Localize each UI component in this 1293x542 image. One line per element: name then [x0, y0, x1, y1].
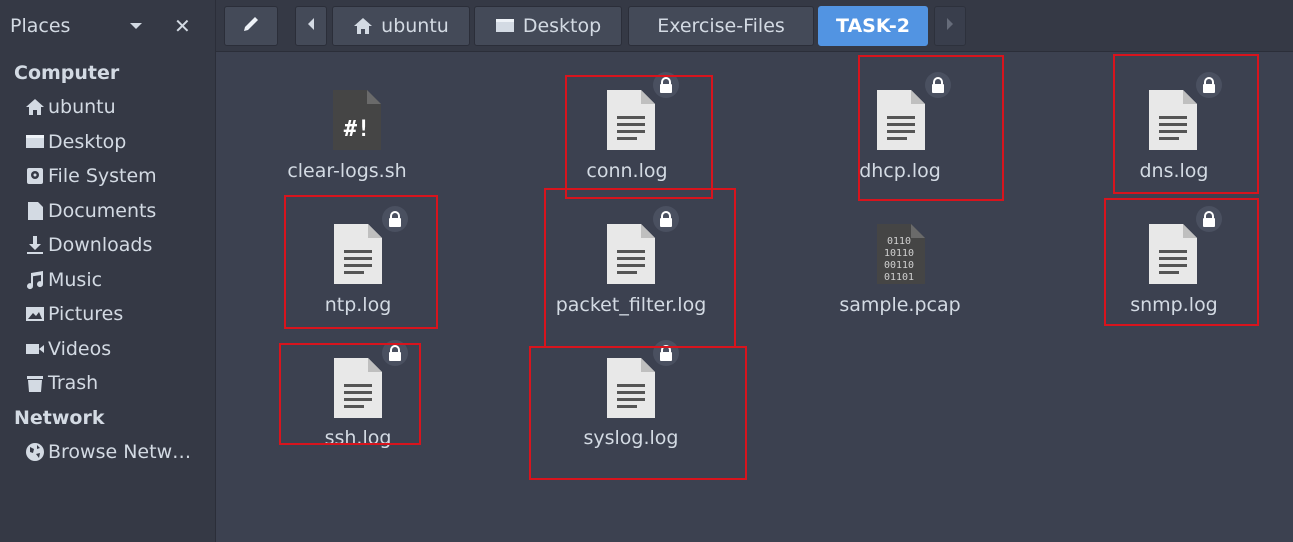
file-name: dns.log — [1139, 160, 1209, 182]
close-icon[interactable]: ✕ — [174, 14, 191, 38]
pictures-icon — [24, 303, 46, 325]
sidebar-item-ubuntu[interactable]: ubuntu — [24, 92, 116, 122]
section-network: Network — [14, 407, 105, 429]
text-file-icon — [607, 358, 655, 422]
file-name: sample.pcap — [839, 294, 961, 316]
video-icon — [24, 338, 46, 360]
chevron-down-icon[interactable] — [127, 17, 145, 35]
file-item[interactable]: 0110 10110 00110 01101 sample.pcap — [813, 217, 993, 347]
home-icon — [353, 16, 373, 36]
file-name: syslog.log — [583, 427, 679, 449]
svg-text:00110: 00110 — [884, 260, 914, 271]
file-name: clear-logs.sh — [287, 160, 407, 182]
sidebar-item-label: Browse Netw… — [48, 441, 192, 463]
breadcrumb-task-2[interactable]: TASK-2 — [818, 6, 928, 46]
svg-text:01101: 01101 — [884, 272, 914, 283]
sidebar-item-downloads[interactable]: Downloads — [24, 230, 152, 260]
sidebar-item-label: Downloads — [48, 234, 153, 256]
breadcrumb-desktop[interactable]: Desktop — [474, 6, 622, 46]
text-file-icon — [334, 358, 382, 422]
sidebar-item-music[interactable]: Music — [24, 265, 102, 295]
text-file-icon — [334, 224, 382, 288]
file-name: packet_filter.log — [555, 294, 707, 316]
sidebar-item-label: Desktop — [48, 131, 127, 153]
file-item[interactable]: dhcp.log — [813, 72, 993, 213]
places-header: Places ✕ — [0, 0, 216, 52]
sidebar-item-label: Music — [48, 269, 103, 291]
file-item[interactable]: #! clear-logs.sh — [257, 83, 437, 213]
file-item[interactable]: snmp.log — [1084, 206, 1264, 347]
file-item[interactable]: syslog.log — [541, 340, 721, 481]
lock-icon — [382, 206, 408, 232]
file-item[interactable]: packet_filter.log — [541, 206, 721, 347]
file-name: snmp.log — [1130, 294, 1218, 316]
lock-icon — [1196, 206, 1222, 232]
sidebar-item-label: Trash — [48, 372, 99, 394]
breadcrumb-label: Desktop — [522, 15, 602, 37]
text-file-icon — [607, 224, 655, 288]
chevron-left-icon — [305, 15, 317, 37]
music-icon — [24, 269, 46, 291]
file-item[interactable]: ssh.log — [271, 340, 451, 481]
desktop-icon — [495, 16, 515, 36]
svg-text:#!: #! — [344, 117, 371, 142]
places-sidebar: Places ✕ Computer ubuntu Desktop File Sy… — [0, 0, 216, 542]
script-file-icon: #! — [333, 90, 381, 154]
text-file-icon — [877, 90, 925, 154]
file-view: #! clear-logs.sh conn.log dhcp.log dns.l… — [217, 53, 1293, 542]
file-item[interactable]: dns.log — [1084, 72, 1264, 213]
places-label: Places — [10, 15, 71, 37]
drive-icon — [24, 165, 46, 187]
breadcrumb-exercise-files[interactable]: Exercise-Files — [628, 6, 814, 46]
sidebar-item-desktop[interactable]: Desktop — [24, 127, 126, 157]
sidebar-item-videos[interactable]: Videos — [24, 334, 111, 364]
file-name: ntp.log — [324, 294, 392, 316]
toolbar: ubuntu Desktop Exercise-Files TASK-2 — [216, 0, 1293, 52]
lock-icon — [653, 72, 679, 98]
file-item[interactable]: ntp.log — [271, 206, 451, 347]
document-icon — [24, 200, 46, 222]
svg-text:10110: 10110 — [884, 248, 914, 259]
breadcrumb-forward-button[interactable] — [934, 6, 966, 46]
sidebar-item-label: File System — [48, 165, 157, 187]
sidebar-item-label: ubuntu — [48, 96, 116, 118]
sidebar-item-pictures[interactable]: Pictures — [24, 299, 123, 329]
sidebar-item-label: Videos — [48, 338, 112, 360]
file-name: dhcp.log — [859, 160, 941, 182]
sidebar-item-trash[interactable]: Trash — [24, 368, 98, 398]
breadcrumb-back-button[interactable] — [295, 6, 327, 46]
lock-icon — [653, 206, 679, 232]
file-item[interactable]: conn.log — [541, 72, 721, 213]
network-icon — [24, 441, 46, 463]
text-file-icon — [607, 90, 655, 154]
sidebar-item-documents[interactable]: Documents — [24, 196, 156, 226]
trash-icon — [24, 372, 46, 394]
file-name: ssh.log — [324, 427, 392, 449]
sidebar-item-label: Pictures — [48, 303, 124, 325]
edit-location-button[interactable] — [224, 6, 278, 46]
sidebar-item-file-system[interactable]: File System — [24, 161, 157, 191]
section-computer: Computer — [14, 62, 120, 84]
breadcrumb-label: ubuntu — [381, 15, 449, 37]
download-icon — [24, 234, 46, 256]
lock-icon — [1196, 72, 1222, 98]
svg-text:0110: 0110 — [887, 236, 911, 247]
chevron-right-icon — [944, 15, 956, 37]
pencil-icon — [241, 14, 261, 39]
breadcrumb-label: TASK-2 — [835, 15, 911, 37]
file-name: conn.log — [586, 160, 668, 182]
breadcrumb-label: Exercise-Files — [657, 15, 785, 37]
sidebar-item-label: Documents — [48, 200, 157, 222]
lock-icon — [653, 340, 679, 366]
desktop-icon — [24, 131, 46, 153]
sidebar-item-browse-network[interactable]: Browse Netw… — [24, 437, 191, 467]
text-file-icon — [1149, 90, 1197, 154]
text-file-icon — [1149, 224, 1197, 288]
home-icon — [24, 96, 46, 118]
breadcrumb-ubuntu[interactable]: ubuntu — [332, 6, 470, 46]
lock-icon — [925, 72, 951, 98]
lock-icon — [382, 340, 408, 366]
binary-file-icon: 0110 10110 00110 01101 — [877, 224, 925, 288]
